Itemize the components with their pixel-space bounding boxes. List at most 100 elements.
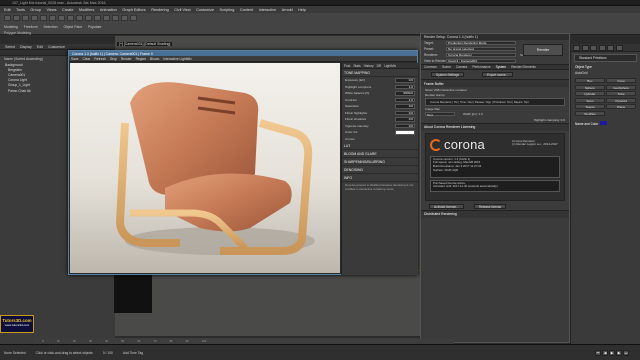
snap-icon[interactable] xyxy=(76,15,83,21)
go-to-start-icon[interactable]: ⏮ xyxy=(595,349,601,356)
menu-help[interactable]: Help xyxy=(298,8,306,12)
menu-arnold[interactable]: Arnold xyxy=(282,8,293,12)
frame-counter[interactable]: 0 / 100 xyxy=(103,351,113,355)
undo-icon[interactable] xyxy=(4,15,11,21)
saturation-field[interactable]: 0.0 xyxy=(395,104,415,109)
bloom-glare-header[interactable]: BLOOM AND GLARE xyxy=(342,150,418,158)
menu-rendering[interactable]: Rendering xyxy=(151,8,169,12)
color-tint-swatch[interactable] xyxy=(395,130,415,135)
tab-lightmix[interactable]: LightMix xyxy=(384,64,396,68)
tab-dr[interactable]: DR xyxy=(377,64,382,68)
tab-history[interactable]: History xyxy=(364,64,374,68)
sphere-button[interactable]: Sphere xyxy=(575,84,605,90)
tab-render-elements[interactable]: Render Elements xyxy=(511,65,536,69)
filmic-highlights-field[interactable]: 0.0 xyxy=(395,110,415,115)
vfb-bloom-button[interactable]: Bloom xyxy=(150,57,159,61)
mirror-icon[interactable] xyxy=(85,15,92,21)
tone-mapping-header[interactable]: TONE MAPPING xyxy=(342,69,418,77)
vfb-clear-button[interactable]: Clear xyxy=(83,57,91,61)
scale-icon[interactable] xyxy=(67,15,74,21)
torus-button[interactable]: Torus xyxy=(575,97,605,103)
play-icon[interactable]: ▶ xyxy=(609,349,615,356)
view-dropdown[interactable]: Quad 4 - Camera001 xyxy=(446,58,516,64)
pyramid-button[interactable]: Pyramid xyxy=(606,97,636,103)
menu-animation[interactable]: Animation xyxy=(100,8,117,12)
name-color-header[interactable]: Name and Color xyxy=(571,120,640,127)
next-frame-icon[interactable]: ▶ xyxy=(616,349,622,356)
info-header[interactable]: INFO xyxy=(342,174,418,182)
filter-type-dropdown[interactable]: Tent xyxy=(425,111,455,117)
link-icon[interactable] xyxy=(22,15,29,21)
white-balance-field[interactable]: 6500.0 xyxy=(395,91,415,96)
redo-icon[interactable] xyxy=(13,15,20,21)
create-tab-icon[interactable] xyxy=(573,44,580,51)
material-editor-icon[interactable] xyxy=(103,15,110,21)
explorer-display-menu[interactable]: Display xyxy=(20,45,32,49)
add-time-tag-button[interactable]: Add Time Tag xyxy=(123,351,143,355)
unlink-icon[interactable] xyxy=(31,15,38,21)
secondary-viewport[interactable] xyxy=(114,275,152,313)
vfb-save-button[interactable]: Save xyxy=(71,57,79,61)
menu-views[interactable]: Views xyxy=(46,8,56,12)
tab-common[interactable]: Common xyxy=(424,65,437,69)
tab-modeling[interactable]: Modeling xyxy=(4,25,18,29)
tab-freeform[interactable]: Freeform xyxy=(24,25,38,29)
vfb-region-button[interactable]: Region xyxy=(136,57,146,61)
menu-create[interactable]: Create xyxy=(62,8,73,12)
geosphere-button[interactable]: GeoSphere xyxy=(606,84,636,90)
filter-width-field[interactable]: Width [px]: 2.0 xyxy=(459,111,487,117)
render-button[interactable]: Render xyxy=(523,44,563,56)
tab-system[interactable]: System xyxy=(496,65,507,69)
tab-camera[interactable]: Camera xyxy=(456,65,467,69)
modify-tab-icon[interactable] xyxy=(581,44,589,51)
vignette-field[interactable]: 0.0 xyxy=(395,123,415,128)
menu-customize[interactable]: Customize xyxy=(196,8,214,12)
hierarchy-tab-icon[interactable] xyxy=(590,44,597,51)
go-to-end-icon[interactable]: ⏭ xyxy=(623,349,629,356)
highlight-compress-field[interactable]: 1.0 xyxy=(395,84,415,89)
tab-post[interactable]: Post xyxy=(344,64,350,68)
vfb-render-button[interactable]: Render xyxy=(121,57,132,61)
lut-header[interactable]: LUT xyxy=(342,142,418,150)
menu-civil-view[interactable]: Civil View xyxy=(174,8,190,12)
curves-checkbox[interactable]: Curves xyxy=(345,137,355,141)
sharpening-header[interactable]: SHARPENING/BLURRING xyxy=(342,158,418,166)
tab-performance[interactable]: Performance xyxy=(472,65,490,69)
export-scene-button[interactable]: Export scene... xyxy=(482,72,514,77)
viewport-label[interactable]: [+] [Camera001] [Default Shading] xyxy=(117,42,173,46)
tab-populate[interactable]: Populate xyxy=(88,25,101,29)
preset-dropdown[interactable]: No preset selected xyxy=(446,46,516,52)
explorer-edit-menu[interactable]: Edit xyxy=(37,45,43,49)
previous-frame-icon[interactable]: ◀ xyxy=(602,349,608,356)
render-teapot-icon[interactable] xyxy=(130,15,137,21)
menu-graph-editors[interactable]: Graph Editors xyxy=(122,8,145,12)
explorer-select-menu[interactable]: Select xyxy=(5,45,15,49)
menu-tools[interactable]: Tools xyxy=(16,8,25,12)
tab-object-paint[interactable]: Object Paint xyxy=(63,25,81,29)
render-setup-icon[interactable] xyxy=(112,15,119,21)
menu-edit[interactable]: Edit xyxy=(4,8,11,12)
cone-button[interactable]: Cone xyxy=(606,78,636,83)
plane-button[interactable]: Plane xyxy=(606,104,636,109)
vfb-refresh-button[interactable]: Refresh xyxy=(94,57,106,61)
render-frame-icon[interactable] xyxy=(121,15,128,21)
release-license-button[interactable]: Release license xyxy=(473,203,507,209)
activate-license-button[interactable]: Activate license... xyxy=(429,203,464,209)
menu-interactive[interactable]: Interactive xyxy=(259,8,277,12)
denoising-header[interactable]: DENOISING xyxy=(342,166,418,174)
vfb-lightmix-button[interactable]: Interactive LightMix xyxy=(163,57,191,61)
about-header[interactable]: About Corona Renderer Licensing xyxy=(421,122,569,131)
move-icon[interactable] xyxy=(49,15,56,21)
display-tab-icon[interactable] xyxy=(607,44,614,51)
tab-stats[interactable]: Stats xyxy=(353,64,360,68)
menu-group[interactable]: Group xyxy=(30,8,41,12)
explorer-customize-menu[interactable]: Customize xyxy=(48,45,65,49)
rotate-icon[interactable] xyxy=(58,15,65,21)
menu-scripting[interactable]: Scripting xyxy=(220,8,235,12)
target-dropdown[interactable]: Production Rendering Mode xyxy=(446,40,516,46)
system-settings-button[interactable]: System Settings xyxy=(431,72,465,77)
render-stamp-field[interactable]: Corona Renderer | %c | Time: %pt | Passe… xyxy=(425,98,565,106)
menu-content[interactable]: Content xyxy=(240,8,253,12)
tab-selection[interactable]: Selection xyxy=(44,25,58,29)
renderer-dropdown[interactable]: Corona Renderer xyxy=(446,52,516,58)
